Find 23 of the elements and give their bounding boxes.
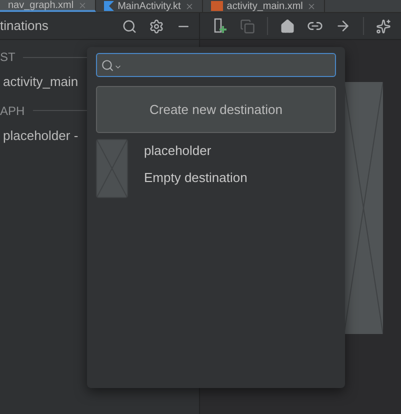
destination-subtitle: Empty destination: [144, 168, 248, 187]
close-icon[interactable]: [306, 2, 316, 10]
panel-title: tinations: [0, 17, 50, 36]
editor-tab[interactable]: activity_main.xml: [202, 0, 325, 12]
editor-tab[interactable]: nav_graph.xml: [0, 0, 96, 12]
layout-file-icon: [210, 1, 223, 11]
editor-tab[interactable]: MainActivity.kt: [96, 0, 203, 12]
create-destination-button[interactable]: Create new destination: [96, 86, 336, 133]
new-destination-icon[interactable]: [212, 18, 228, 34]
close-icon[interactable]: [184, 2, 194, 10]
sparkle-icon[interactable]: [376, 18, 391, 34]
home-icon[interactable]: [280, 18, 295, 34]
section-header: APH: [0, 102, 25, 120]
destination-title: placeholder: [144, 142, 212, 160]
search-icon: [101, 58, 114, 72]
section-header: ST: [0, 49, 16, 66]
search-icon[interactable]: [122, 18, 137, 34]
search-field[interactable]: [96, 53, 336, 77]
arrow-icon[interactable]: [335, 18, 351, 34]
settings-icon[interactable]: [149, 18, 164, 34]
caret-icon: [114, 63, 122, 71]
destination-thumbnail-drawing[interactable]: [96, 139, 128, 198]
kotlin-icon: [104, 1, 114, 11]
